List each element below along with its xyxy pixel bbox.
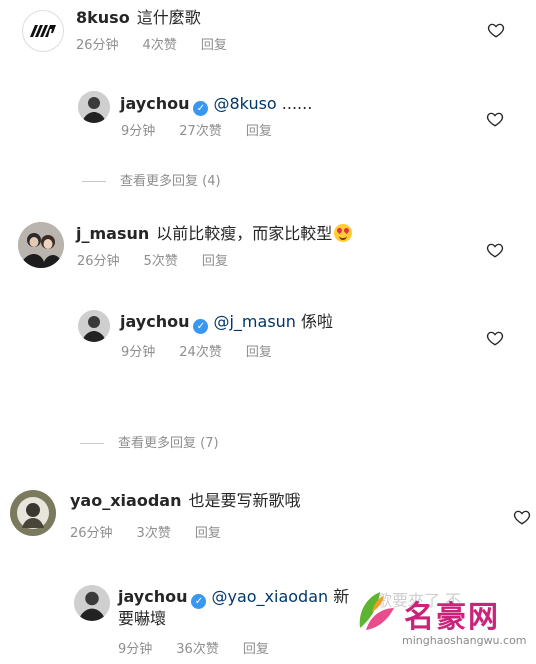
- person-avatar-icon: [74, 585, 110, 621]
- comment-text: jaychou ✓ @yao_xiaodan 新: [118, 586, 349, 609]
- like-count[interactable]: 5次赞: [144, 254, 178, 269]
- comment-text: yao_xiaodan 也是要写新歌哦: [70, 490, 300, 512]
- verified-badge-icon: ✓: [193, 101, 209, 116]
- comment-meta: 26分钟 5次赞 回复: [77, 253, 228, 271]
- comment-meta: 9分钟 27次赞 回复: [121, 123, 272, 141]
- like-count[interactable]: 4次赞: [143, 38, 177, 53]
- heart-icon[interactable]: [486, 241, 504, 259]
- view-more-label[interactable]: 查看更多回复 (4): [120, 174, 221, 189]
- username[interactable]: yao_xiaodan: [70, 491, 181, 510]
- person-avatar-icon: [78, 91, 110, 123]
- username[interactable]: jaychou: [120, 312, 189, 331]
- comment-meta: 26分钟 4次赞 回复: [76, 37, 227, 55]
- m-logo-icon: [30, 25, 56, 37]
- avatar[interactable]: [78, 310, 110, 342]
- heart-eyes-emoji-icon: [334, 224, 353, 242]
- view-more-replies[interactable]: 查看更多回复 (4): [82, 173, 221, 191]
- like-count[interactable]: 36次赞: [176, 642, 219, 657]
- watermark: 名豪网 minghaoshangwu.com: [352, 586, 530, 656]
- avatar[interactable]: [74, 585, 110, 621]
- comment-body: 這什麼歌: [136, 8, 201, 27]
- timestamp: 9分钟: [121, 345, 156, 360]
- person-avatar-icon: [10, 490, 56, 536]
- verified-badge-icon: ✓: [193, 319, 209, 334]
- like-count[interactable]: 24次赞: [179, 345, 222, 360]
- heart-icon[interactable]: [486, 110, 504, 128]
- username[interactable]: jaychou: [120, 94, 189, 113]
- timestamp: 9分钟: [121, 124, 156, 139]
- avatar[interactable]: [18, 222, 64, 268]
- avatar[interactable]: [10, 490, 56, 536]
- comment-meta: 26分钟 3次赞 回复: [70, 525, 221, 543]
- reply-button[interactable]: 回复: [246, 345, 272, 360]
- timestamp: 26分钟: [70, 526, 113, 541]
- comment-body: 新: [328, 587, 350, 606]
- mention-link[interactable]: @yao_xiaodan: [211, 587, 328, 606]
- leaf-logo-icon: [352, 588, 398, 634]
- username[interactable]: 8kuso: [76, 8, 130, 27]
- comment-text: 8kuso 這什麼歌: [76, 7, 201, 29]
- reply-button[interactable]: 回复: [201, 38, 227, 53]
- divider: [80, 443, 104, 444]
- reply-button[interactable]: 回复: [202, 254, 228, 269]
- avatar[interactable]: [22, 10, 64, 52]
- timestamp: 26分钟: [76, 38, 119, 53]
- couple-avatar-icon: [18, 222, 64, 268]
- like-count[interactable]: 3次赞: [137, 526, 171, 541]
- username[interactable]: jaychou: [118, 587, 187, 606]
- watermark-brand: 名豪网: [404, 600, 500, 635]
- mention-link[interactable]: @j_masun: [213, 312, 295, 331]
- comment-text: jaychou ✓ @j_masun 係啦: [120, 311, 333, 334]
- comment-meta: 9分钟 24次赞 回复: [121, 344, 272, 362]
- avatar[interactable]: [78, 91, 110, 123]
- heart-icon[interactable]: [486, 329, 504, 347]
- watermark-url: minghaoshangwu.com: [402, 634, 527, 647]
- comment-body: 也是要写新歌哦: [188, 491, 301, 510]
- timestamp: 9分钟: [118, 642, 153, 657]
- username[interactable]: j_masun: [76, 224, 149, 243]
- comment-body: 以前比較瘦，而家比較型: [156, 224, 333, 243]
- mention-link[interactable]: @8kuso: [213, 94, 276, 113]
- comment-text-line2: 要嚇壞: [118, 609, 167, 628]
- heart-icon[interactable]: [487, 21, 505, 39]
- comment-meta: 9分钟 36次赞 回复: [118, 641, 269, 659]
- comment-body: ......: [276, 94, 313, 113]
- reply-button[interactable]: 回复: [246, 124, 272, 139]
- comment-text: jaychou ✓ @8kuso ......: [120, 93, 312, 116]
- heart-icon[interactable]: [513, 508, 531, 526]
- verified-badge-icon: ✓: [191, 594, 207, 609]
- reply-button[interactable]: 回复: [195, 526, 221, 541]
- like-count[interactable]: 27次赞: [179, 124, 222, 139]
- reply-button[interactable]: 回复: [243, 642, 269, 657]
- comment-body: 係啦: [295, 312, 334, 331]
- view-more-replies[interactable]: 查看更多回复 (7): [80, 435, 219, 453]
- person-avatar-icon: [78, 310, 110, 342]
- divider: [82, 181, 106, 182]
- timestamp: 26分钟: [77, 254, 120, 269]
- view-more-label[interactable]: 查看更多回复 (7): [118, 436, 219, 451]
- comment-text: j_masun 以前比較瘦，而家比較型: [76, 223, 353, 245]
